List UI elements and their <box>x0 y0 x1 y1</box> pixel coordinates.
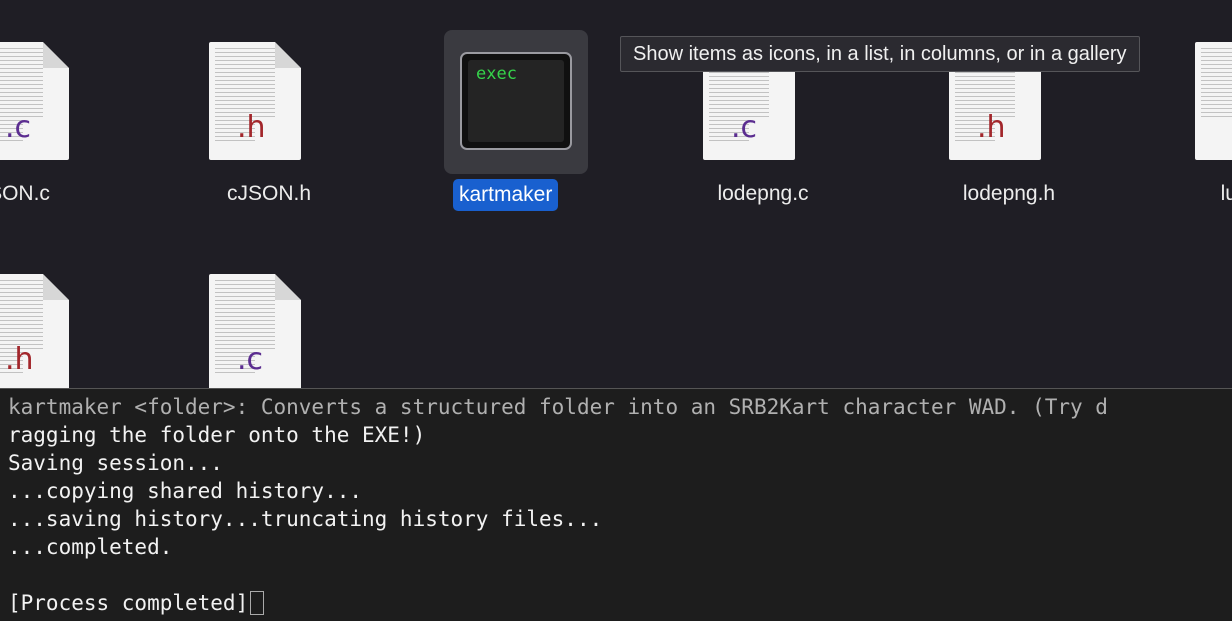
file-label: lodepng.h <box>962 182 1056 205</box>
terminal-line: [Process completed] <box>8 591 249 615</box>
file-extension-c: .c <box>237 342 264 377</box>
document-icon: .c <box>209 274 329 388</box>
terminal-line: ...completed. <box>8 535 173 559</box>
document-icon: .h <box>0 274 97 388</box>
document-icon <box>1195 42 1232 162</box>
file-label: lodepng.c <box>717 182 809 205</box>
finder-icon-view: .c SON.c .h cJSON.h exec kartmaker .c lo… <box>0 0 1232 388</box>
terminal-window[interactable]: kartmaker <folder>: Converts a structure… <box>0 388 1232 621</box>
file-extension-h: .h <box>977 110 1006 145</box>
file-label: SON.c <box>0 182 50 205</box>
terminal-line: kartmaker <folder>: Converts a structure… <box>8 395 1108 419</box>
text-cursor <box>250 591 265 615</box>
file-extension-h: .h <box>5 342 34 377</box>
file-extension-c: .c <box>731 110 758 145</box>
file-label: cJSON.h <box>226 182 312 205</box>
exec-icon-text: exec <box>476 64 517 84</box>
file-label: lu <box>1220 182 1232 205</box>
terminal-prompt-line: [Process completed] <box>8 589 265 617</box>
terminal-line: ...copying shared history... <box>8 479 363 503</box>
view-mode-tooltip: Show items as icons, in a list, in colum… <box>620 36 1140 72</box>
terminal-exec-icon[interactable]: exec <box>460 52 572 150</box>
file-extension-c: .c <box>5 110 32 145</box>
file-label-kartmaker[interactable]: kartmaker <box>453 179 559 211</box>
terminal-line: ragging the folder onto the EXE!) <box>8 423 426 447</box>
file-extension-h: .h <box>237 110 266 145</box>
terminal-line: ...saving history...truncating history f… <box>8 507 603 531</box>
terminal-line: Saving session... <box>8 451 223 475</box>
document-icon: .c <box>0 42 97 162</box>
document-icon: .h <box>209 42 329 162</box>
